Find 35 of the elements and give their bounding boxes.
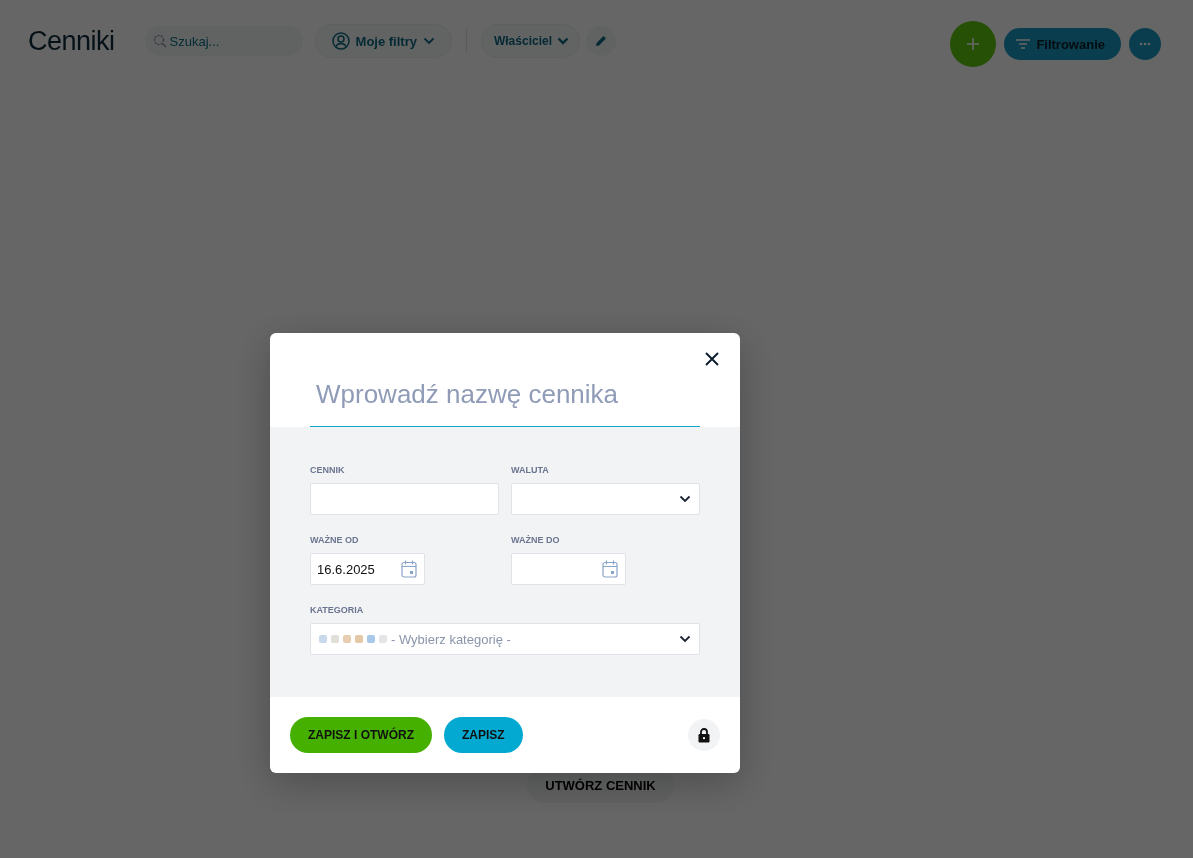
date-field[interactable] [511, 553, 626, 585]
chevron-icon [679, 635, 691, 643]
field-label: WALUTA [511, 465, 550, 476]
edit-button[interactable] [586, 26, 616, 56]
chevron-icon [557, 37, 569, 45]
more-button[interactable] [1129, 28, 1161, 60]
save-and-open-button[interactable]: ZAPISZ I OTWÓRZ [290, 717, 432, 753]
filter-icon [1016, 39, 1031, 49]
close-icon [705, 352, 719, 366]
close-button[interactable] [704, 351, 720, 367]
more-icon [1139, 42, 1151, 46]
pencil-icon [594, 34, 608, 48]
owner-dropdown[interactable]: Właściciel [480, 24, 580, 58]
save-button[interactable]: ZAPISZ [444, 717, 523, 753]
currency-dropdown[interactable] [511, 483, 700, 515]
calendar-icon [602, 560, 618, 578]
page-title: Cenniki [28, 25, 115, 57]
lock-icon [698, 727, 710, 743]
user-icon [331, 32, 350, 50]
add-button[interactable] [950, 21, 997, 67]
chevron-icon [422, 37, 435, 45]
my-filters-dropdown[interactable]: Moje filtry [314, 24, 452, 58]
plus-icon [967, 38, 980, 50]
chevron-icon [679, 495, 691, 503]
category-dropdown[interactable]: - Wybierz kategorię - [310, 623, 700, 655]
calendar-icon [401, 560, 417, 578]
text-field[interactable] [310, 483, 499, 515]
filter-button[interactable]: Filtrowanie [1004, 28, 1121, 60]
search-field[interactable]: Szukaj... [144, 26, 303, 56]
field-label: WAŻNE OD [310, 535, 360, 546]
field-label: WAŻNE DO [511, 535, 561, 546]
field-label: KATEGORIA [310, 605, 365, 616]
lock-button[interactable] [688, 719, 720, 751]
date-field[interactable]: 16.6.2025 [310, 553, 425, 585]
field-label: CENNIK [310, 465, 346, 476]
